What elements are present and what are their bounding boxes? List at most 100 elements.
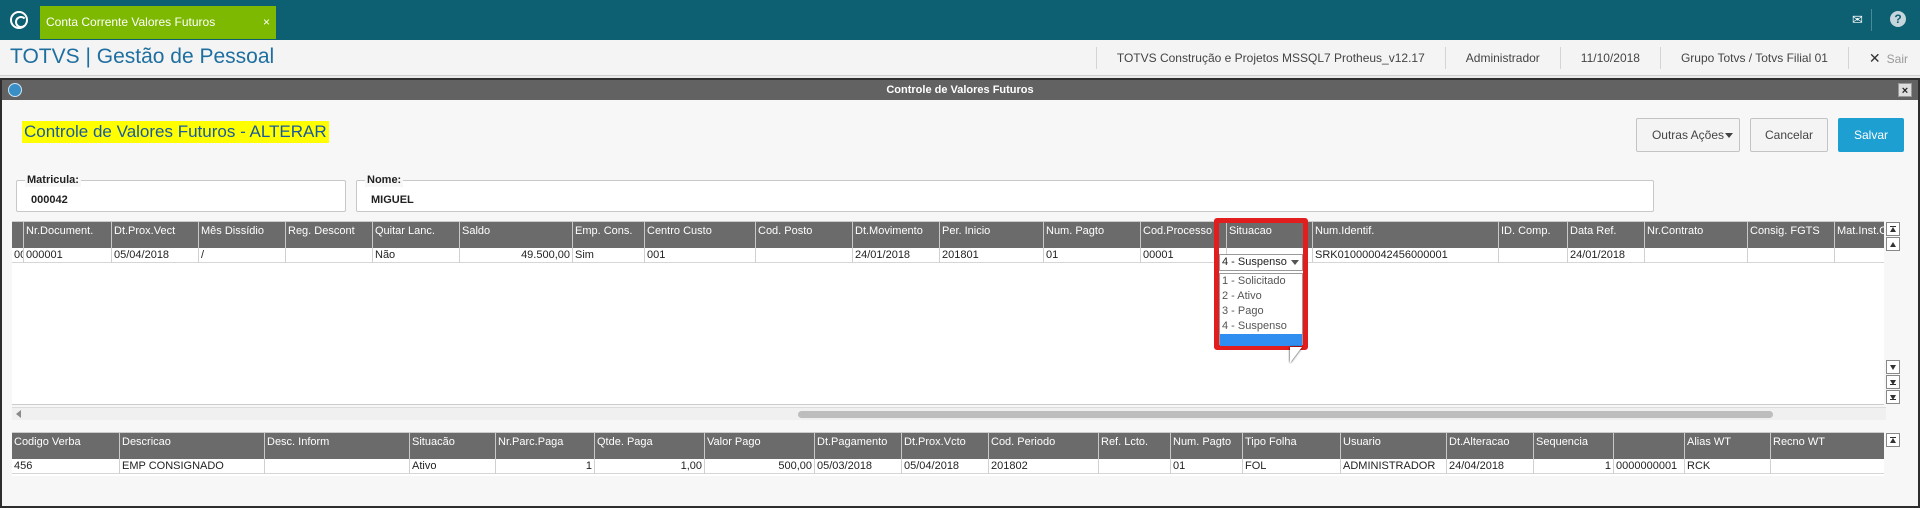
table-cell[interactable] bbox=[756, 248, 853, 263]
dropdown-option[interactable]: 3 - Pago bbox=[1220, 304, 1302, 319]
column-header[interactable]: Descricao bbox=[120, 433, 265, 459]
column-header[interactable]: Alias WT bbox=[1685, 433, 1771, 459]
table-cell[interactable] bbox=[1099, 459, 1171, 474]
help-icon[interactable]: ? bbox=[1890, 11, 1906, 27]
valores-futuros-grid[interactable]: Nr.Document. Dt.Prox.Vect Mês Dissídio Reg.… bbox=[12, 221, 1884, 405]
column-header[interactable]: Cod. Posto bbox=[756, 222, 853, 248]
table-cell[interactable]: / bbox=[199, 248, 286, 263]
mail-icon[interactable]: ✉ bbox=[1852, 9, 1872, 31]
table-cell[interactable]: 49.500,00 bbox=[460, 248, 573, 263]
column-header[interactable]: Ref. Lcto. bbox=[1099, 433, 1171, 459]
table-cell[interactable]: 001 bbox=[645, 248, 756, 263]
column-header[interactable]: Per. Inicio bbox=[940, 222, 1044, 248]
scroll-up-icon[interactable] bbox=[1886, 237, 1900, 251]
column-header[interactable]: Mat.Inst.Con bbox=[1835, 222, 1884, 248]
column-header[interactable]: Num.Identif. bbox=[1313, 222, 1499, 248]
table-cell[interactable]: EMP CONSIGNADO bbox=[120, 459, 265, 474]
column-header[interactable]: Codigo Verba bbox=[12, 433, 120, 459]
table-cell[interactable]: 1 bbox=[1534, 459, 1614, 474]
table-cell[interactable]: 05/03/2018 bbox=[815, 459, 902, 474]
column-header[interactable] bbox=[1614, 433, 1685, 459]
table-cell[interactable]: 05/04/2018 bbox=[112, 248, 199, 263]
table-cell[interactable]: 000001 bbox=[24, 248, 112, 263]
column-header[interactable]: Situacão bbox=[410, 433, 496, 459]
scroll-first-icon[interactable] bbox=[1886, 433, 1900, 447]
nome-field[interactable]: Nome: MIGUEL bbox=[356, 174, 1654, 212]
column-header[interactable]: Recno WT bbox=[1771, 433, 1884, 459]
table-cell[interactable]: 0000000001 bbox=[1614, 459, 1685, 474]
table-cell[interactable] bbox=[1748, 248, 1835, 263]
column-header[interactable]: Qtde. Paga bbox=[595, 433, 705, 459]
table-cell[interactable]: 500,00 bbox=[705, 459, 815, 474]
column-header[interactable]: Emp. Cons. bbox=[573, 222, 645, 248]
table-cell[interactable]: 05/04/2018 bbox=[902, 459, 989, 474]
horizontal-scrollbar[interactable] bbox=[12, 407, 1886, 420]
column-header[interactable]: Mês Dissídio bbox=[199, 222, 286, 248]
column-header[interactable]: Cod. Periodo bbox=[989, 433, 1099, 459]
table-cell[interactable]: 00 bbox=[12, 248, 24, 263]
table-cell[interactable] bbox=[286, 248, 373, 263]
scroll-first-icon[interactable] bbox=[1886, 222, 1900, 236]
table-cell[interactable]: 24/01/2018 bbox=[853, 248, 940, 263]
column-header[interactable] bbox=[12, 222, 24, 248]
matricula-field[interactable]: Matricula: 000042 bbox=[16, 174, 346, 212]
save-button[interactable]: Salvar bbox=[1838, 118, 1904, 152]
table-cell[interactable]: Não bbox=[373, 248, 460, 263]
dropdown-option[interactable]: 2 - Ativo bbox=[1220, 289, 1302, 304]
column-header[interactable]: Desc. Inform bbox=[265, 433, 410, 459]
dropdown-option[interactable]: 4 - Suspenso bbox=[1220, 319, 1302, 334]
column-header[interactable]: Reg. Descont bbox=[286, 222, 373, 248]
table-cell[interactable]: Sim bbox=[573, 248, 645, 263]
dialog-close-icon[interactable]: × bbox=[1898, 83, 1912, 97]
column-header[interactable]: Nr.Contrato bbox=[1645, 222, 1748, 248]
column-header[interactable]: Dt.Alteracao bbox=[1447, 433, 1534, 459]
table-cell[interactable]: FOL bbox=[1243, 459, 1341, 474]
column-header[interactable]: Sequencia bbox=[1534, 433, 1614, 459]
cancel-button[interactable]: Cancelar bbox=[1750, 118, 1828, 152]
table-row[interactable]: 0000000105/04/2018/ Não49.500,00Sim001 24/… bbox=[12, 248, 1884, 263]
dropdown-option[interactable] bbox=[1220, 334, 1302, 346]
column-header[interactable]: Dt.Movimento bbox=[853, 222, 940, 248]
outras-acoes-button[interactable]: Outras Ações bbox=[1636, 118, 1740, 152]
exit-button[interactable]: ✕ Sair bbox=[1847, 47, 1920, 69]
table-cell[interactable]: 24/04/2018 bbox=[1447, 459, 1534, 474]
tab-conta-corrente[interactable]: Conta Corrente Valores Futuros [02.9.000… bbox=[40, 6, 276, 62]
table-cell[interactable]: 5 bbox=[1771, 459, 1884, 474]
table-cell[interactable] bbox=[265, 459, 410, 474]
scroll-last-icon[interactable] bbox=[1886, 375, 1900, 389]
tab-close-icon[interactable]: × bbox=[263, 6, 270, 39]
column-header[interactable]: ID. Comp. bbox=[1499, 222, 1568, 248]
table-cell[interactable]: RCK bbox=[1685, 459, 1771, 474]
column-header[interactable]: Tipo Folha bbox=[1243, 433, 1341, 459]
table-cell[interactable]: 1 bbox=[496, 459, 595, 474]
column-header[interactable]: Nr.Parc.Paga bbox=[496, 433, 595, 459]
table-cell[interactable]: 456 bbox=[12, 459, 120, 474]
table-cell[interactable] bbox=[1645, 248, 1748, 263]
table-cell[interactable]: ADMINISTRADOR bbox=[1341, 459, 1447, 474]
column-header[interactable]: Num. Pagto bbox=[1171, 433, 1243, 459]
table-cell[interactable]: 24/01/2018 bbox=[1568, 248, 1645, 263]
scroll-down-icon[interactable] bbox=[1886, 360, 1900, 374]
table-cell[interactable]: 201802 bbox=[989, 459, 1099, 474]
scroll-left-icon[interactable] bbox=[16, 410, 21, 418]
situacao-dropdown[interactable]: 4 - Suspenso 1 - Solicitado 2 - Ativo 3 - … bbox=[1214, 218, 1308, 350]
table-cell[interactable] bbox=[1835, 248, 1884, 263]
table-cell[interactable] bbox=[1499, 248, 1568, 263]
column-header[interactable]: Consig. FGTS bbox=[1748, 222, 1835, 248]
scroll-end-icon[interactable] bbox=[1886, 390, 1900, 404]
table-row[interactable]: 456 EMP CONSIGNADO Ativo 1 1,00 500,00 05/03/2… bbox=[12, 459, 1884, 474]
column-header[interactable]: Centro Custo bbox=[645, 222, 756, 248]
column-header[interactable]: Dt.Pagamento bbox=[815, 433, 902, 459]
situacao-select[interactable]: 4 - Suspenso bbox=[1219, 254, 1303, 271]
table-cell[interactable]: SRK010000042456000001 bbox=[1313, 248, 1499, 263]
totvs-logo-icon[interactable] bbox=[10, 11, 28, 29]
column-header[interactable]: Dt.Prox.Vect bbox=[112, 222, 199, 248]
table-cell[interactable]: 01 bbox=[1044, 248, 1141, 263]
table-cell[interactable]: 201801 bbox=[940, 248, 1044, 263]
column-header[interactable]: Quitar Lanc. bbox=[373, 222, 460, 248]
table-cell[interactable]: 01 bbox=[1171, 459, 1243, 474]
column-header[interactable]: Valor Pago bbox=[705, 433, 815, 459]
dropdown-option[interactable]: 1 - Solicitado bbox=[1220, 274, 1302, 289]
column-header[interactable]: Saldo bbox=[460, 222, 573, 248]
column-header[interactable]: Usuario bbox=[1341, 433, 1447, 459]
